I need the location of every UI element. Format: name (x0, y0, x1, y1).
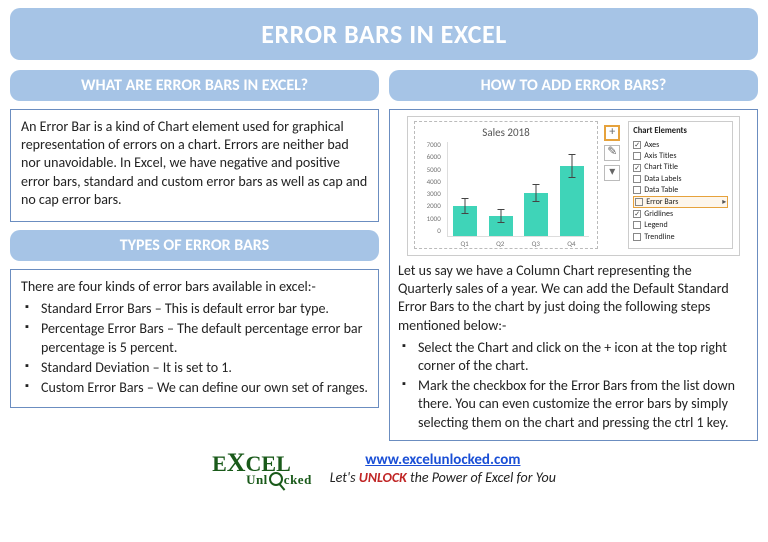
how-to-desc: Let us say we have a Column Chart repres… (398, 262, 749, 335)
bar-q4 (556, 166, 587, 236)
type-item: Custom Error Bars – We can define our ow… (25, 379, 368, 397)
bar-q1 (450, 206, 481, 236)
checkbox-icon[interactable] (633, 175, 641, 183)
xtick: Q2 (496, 239, 504, 248)
ytick: 0 (419, 226, 441, 235)
what-are-header-text: WHAT ARE ERROR BARS IN EXCEL? (10, 76, 379, 95)
website-link[interactable]: www.excelunlocked.com (365, 451, 520, 469)
element-label: Axes (644, 140, 659, 150)
element-label: Legend (644, 220, 667, 230)
ytick: 3000 (419, 189, 441, 198)
element-row[interactable]: Axes (633, 139, 728, 150)
checkbox-icon[interactable] (633, 233, 641, 241)
tagline: Let's UNLOCK the Power of Excel for You (330, 469, 556, 486)
element-label: Error Bars (646, 197, 678, 207)
chart-elements-header: Chart Elements (633, 126, 728, 137)
xtick: Q3 (532, 239, 540, 248)
element-row[interactable]: Data Labels (633, 173, 728, 184)
element-row[interactable]: Legend (633, 220, 728, 231)
element-label: Chart Title (644, 162, 678, 172)
x-axis-labels: Q1 Q2 Q3 Q4 (447, 239, 589, 248)
element-row[interactable]: Trendline (633, 231, 728, 242)
checkbox-icon[interactable] (633, 221, 641, 229)
element-row[interactable]: Data Table (633, 185, 728, 196)
ytick: 4000 (419, 177, 441, 186)
filter-icon[interactable]: ▾ (604, 165, 620, 181)
element-label: Data Labels (644, 174, 681, 184)
ytick: 7000 (419, 140, 441, 149)
bar-q2 (485, 216, 516, 236)
element-label: Data Table (644, 185, 678, 195)
ytick: 1000 (419, 214, 441, 223)
ytick: 6000 (419, 152, 441, 161)
chart-side-icons: + ✎ ▾ (604, 121, 622, 249)
plus-icon[interactable]: + (604, 125, 620, 141)
how-to-header-text: HOW TO ADD ERROR BARS? (389, 76, 758, 95)
element-row[interactable]: Chart Title (633, 162, 728, 173)
how-to-box: Sales 2018 7000 6000 5000 4000 3000 2000… (389, 109, 758, 441)
checkbox-icon[interactable] (633, 141, 641, 149)
y-axis-labels: 7000 6000 5000 4000 3000 2000 1000 0 (419, 140, 441, 235)
checkbox-icon[interactable] (633, 152, 641, 160)
types-header-text: TYPES OF ERROR BARS (10, 236, 379, 255)
footer-text: www.excelunlocked.com Let's UNLOCK the P… (330, 451, 556, 487)
what-are-header: WHAT ARE ERROR BARS IN EXCEL? (10, 70, 379, 101)
types-header: TYPES OF ERROR BARS (10, 230, 379, 261)
type-item: Percentage Error Bars – The default perc… (25, 320, 368, 356)
columns: WHAT ARE ERROR BARS IN EXCEL? An Error B… (10, 70, 758, 441)
chart-screenshot: Sales 2018 7000 6000 5000 4000 3000 2000… (407, 116, 740, 256)
element-row[interactable]: Axis Titles (633, 150, 728, 161)
steps-list: Select the Chart and click on the + icon… (398, 339, 749, 432)
element-label: Axis Titles (644, 151, 676, 161)
checkbox-icon[interactable] (635, 198, 643, 206)
chevron-right-icon[interactable]: ▸ (722, 197, 726, 207)
checkbox-icon[interactable] (633, 210, 641, 218)
xtick: Q1 (460, 239, 468, 248)
chart-title: Sales 2018 (417, 126, 595, 140)
step-item: Mark the checkbox for the Error Bars fro… (402, 377, 749, 432)
chart-area: Sales 2018 7000 6000 5000 4000 3000 2000… (414, 121, 598, 249)
footer: EXCEL Unlcked www.excelunlocked.com Let'… (10, 451, 758, 487)
types-list: Standard Error Bars – This is default er… (21, 300, 368, 397)
types-box: There are four kinds of error bars avail… (10, 269, 379, 408)
type-item: Standard Error Bars – This is default er… (25, 300, 368, 318)
bar-q3 (521, 193, 552, 236)
element-label: Trendline (644, 232, 674, 242)
chart-elements-panel: Chart Elements Axes Axis Titles Chart Ti… (628, 121, 733, 249)
checkbox-icon[interactable] (633, 186, 641, 194)
excel-unlocked-logo: EXCEL Unlcked (212, 451, 312, 486)
right-column: HOW TO ADD ERROR BARS? Sales 2018 7000 6… (389, 70, 758, 441)
element-row-errorbars[interactable]: Error Bars ▸ (633, 196, 728, 208)
step-item: Select the Chart and click on the + icon… (402, 339, 749, 375)
left-column: WHAT ARE ERROR BARS IN EXCEL? An Error B… (10, 70, 379, 441)
main-title-bar: ERROR BARS IN EXCEL (10, 8, 758, 60)
how-to-header: HOW TO ADD ERROR BARS? (389, 70, 758, 101)
checkbox-icon[interactable] (633, 164, 641, 172)
plot-area (447, 142, 589, 237)
ytick: 2000 (419, 201, 441, 210)
element-label: Gridlines (644, 209, 673, 219)
intro-text: An Error Bar is a kind of Chart element … (21, 118, 368, 209)
main-title: ERROR BARS IN EXCEL (10, 18, 758, 50)
magnifier-icon (269, 472, 283, 486)
brush-icon[interactable]: ✎ (604, 145, 620, 161)
intro-box: An Error Bar is a kind of Chart element … (10, 109, 379, 222)
types-intro: There are four kinds of error bars avail… (21, 278, 368, 296)
xtick: Q4 (567, 239, 575, 248)
ytick: 5000 (419, 165, 441, 174)
element-row[interactable]: Gridlines (633, 208, 728, 219)
type-item: Standard Deviation – It is set to 1. (25, 359, 368, 377)
